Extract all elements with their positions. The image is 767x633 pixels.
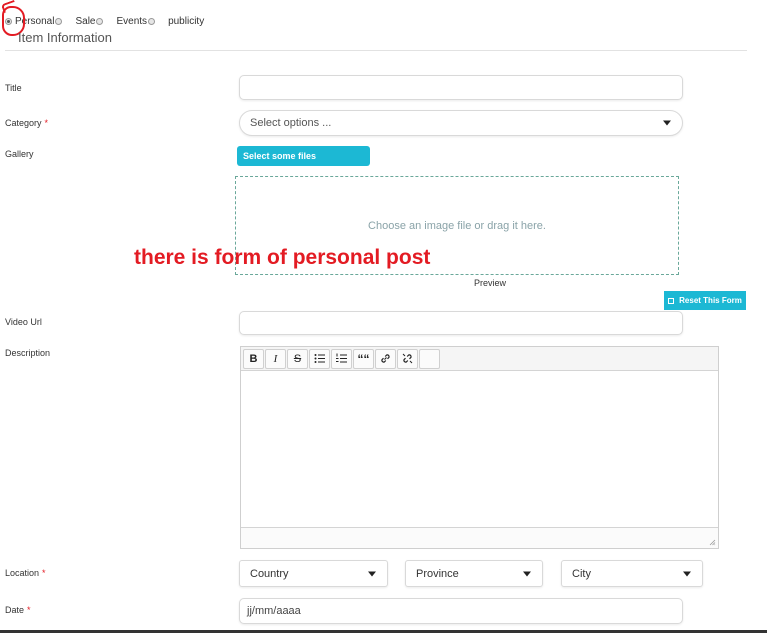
strikethrough-icon[interactable]: S — [287, 348, 308, 369]
blockquote-icon[interactable]: ““ — [353, 348, 374, 369]
italic-icon[interactable]: I — [265, 348, 286, 369]
reset-icon — [668, 297, 675, 304]
category-select[interactable]: Select options ... — [239, 110, 683, 136]
video-url-label: Video Url — [5, 317, 42, 327]
radio-sale[interactable] — [55, 17, 63, 25]
description-label: Description — [5, 348, 51, 358]
radio-option-publicity[interactable]: publicity — [165, 16, 205, 27]
radio-label-sale: Sale — [75, 15, 96, 27]
date-placeholder: jj/mm/aaaa — [247, 605, 301, 617]
chevron-down-icon — [683, 571, 691, 576]
province-select[interactable]: Province — [405, 560, 543, 587]
reset-form-button[interactable]: Reset This Form — [664, 291, 746, 310]
category-placeholder: Select options ... — [250, 117, 332, 129]
radio-events[interactable] — [96, 17, 104, 25]
radio-label-events: Events — [116, 15, 148, 27]
numbered-list-icon[interactable] — [331, 348, 352, 369]
radio-option-events[interactable]: Events — [113, 15, 156, 27]
unlink-icon[interactable] — [397, 348, 418, 369]
chevron-down-icon — [523, 571, 531, 576]
annotation-text: there is form of personal post — [134, 246, 431, 269]
reset-form-label: Reset This Form — [679, 296, 742, 305]
location-label: Location * — [5, 568, 46, 578]
link-icon[interactable] — [375, 348, 396, 369]
dropzone-text: Choose an image file or drag it here. — [368, 219, 546, 232]
radio-publicity[interactable] — [148, 17, 156, 25]
select-files-button[interactable]: Select some files — [237, 146, 370, 166]
country-select[interactable]: Country — [239, 560, 388, 587]
editor-toolbar: B I S ““ — [241, 347, 718, 371]
date-input[interactable]: jj/mm/aaaa — [239, 598, 683, 624]
city-select[interactable]: City — [561, 560, 703, 587]
resize-handle-icon[interactable] — [709, 539, 716, 546]
chevron-down-icon — [368, 571, 376, 576]
section-divider — [5, 50, 747, 51]
date-label: Date * — [5, 605, 31, 615]
post-type-radio-group: Personal Sale Events publicity — [5, 14, 215, 28]
preview-label: Preview — [473, 278, 506, 288]
bulleted-list-icon[interactable] — [309, 348, 330, 369]
bold-icon[interactable]: B — [243, 348, 264, 369]
gallery-label: Gallery — [5, 149, 34, 159]
city-value: City — [572, 567, 591, 580]
video-url-input[interactable] — [239, 311, 683, 335]
title-input[interactable] — [239, 75, 683, 100]
description-editor[interactable]: B I S ““ — [240, 346, 719, 549]
title-label: Title — [5, 83, 22, 93]
province-value: Province — [416, 567, 459, 580]
editor-statusbar — [241, 527, 718, 548]
radio-option-sale[interactable]: Sale — [72, 15, 104, 27]
toolbar-empty-button[interactable] — [419, 348, 440, 369]
radio-label-publicity: publicity — [168, 15, 205, 27]
country-value: Country — [250, 567, 289, 580]
section-title: Item Information — [18, 30, 112, 45]
chevron-down-icon — [663, 120, 671, 126]
category-label: Category * — [5, 118, 49, 128]
